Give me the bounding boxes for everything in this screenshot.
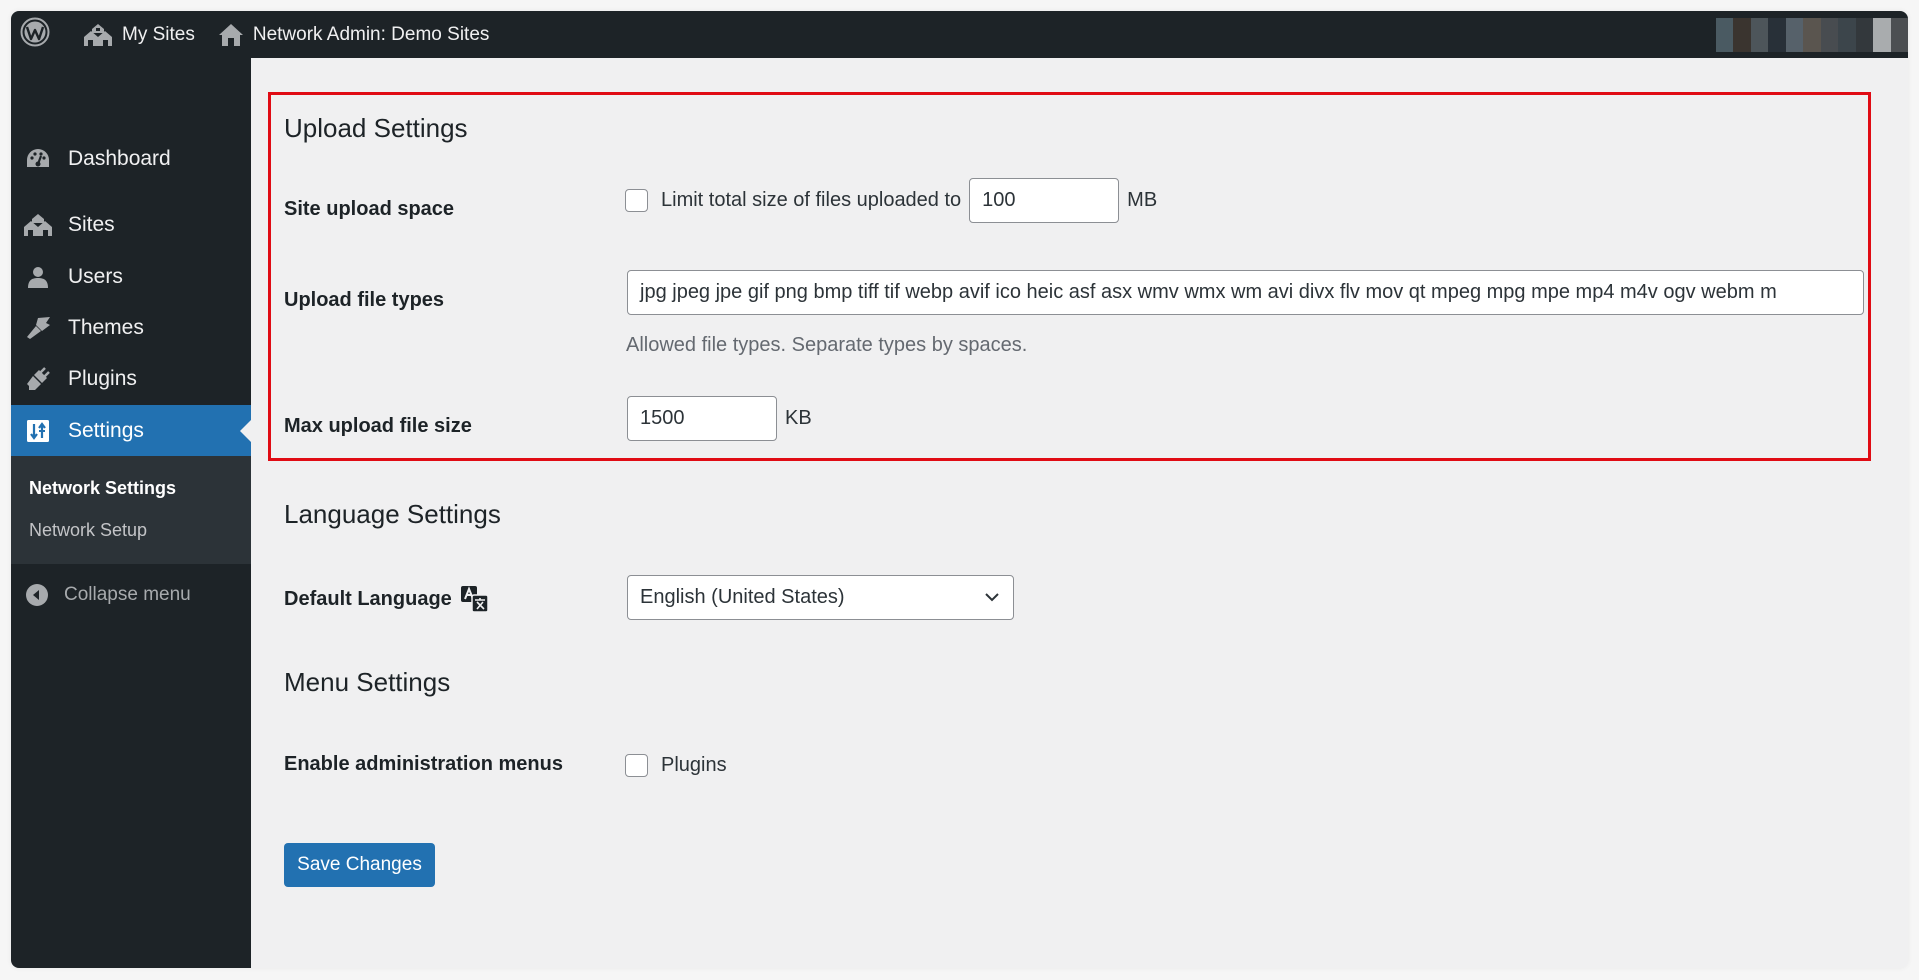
plugins-menu-checkbox-label: Plugins (661, 753, 727, 776)
sidebar-item-plugins[interactable]: Plugins (11, 354, 251, 404)
sidebar-item-label: Themes (68, 316, 144, 339)
default-language-select[interactable]: English (United States) (627, 575, 1014, 620)
sidebar-item-label: Settings (68, 418, 144, 442)
enable-admin-menus-field: Plugins (625, 752, 727, 778)
settings-sliders-icon (23, 416, 53, 446)
sidebar-item-label: Users (68, 265, 123, 288)
collapse-menu-label: Collapse menu (64, 584, 191, 605)
language-settings-heading: Language Settings (284, 499, 501, 529)
default-language-label: Default Language (284, 587, 452, 610)
max-upload-size-label: Max upload file size (284, 415, 472, 437)
my-sites-label: My Sites (122, 23, 195, 45)
admin-sidebar: Dashboard Sites Users Themes Plugins Set… (11, 58, 251, 968)
default-language-label-row: Default Language (284, 585, 490, 613)
chevron-down-icon (983, 588, 1001, 606)
save-changes-button[interactable]: Save Changes (284, 843, 435, 887)
site-upload-space-label: Site upload space (284, 198, 455, 220)
limit-upload-checkbox-label: Limit total size of files uploaded to (661, 189, 962, 211)
upload-file-types-field: jpg jpeg jpe gif png bmp tiff tif webp a… (627, 270, 1864, 315)
paintbrush-icon (23, 313, 53, 343)
upload-space-input[interactable]: 100 (969, 178, 1120, 223)
enable-admin-menus-label: Enable administration menus (284, 753, 563, 775)
limit-upload-checkbox[interactable] (625, 189, 648, 212)
browser-window: My Sites Network Admin: Demo Sites Dashb… (11, 11, 1908, 968)
menu-settings-heading: Menu Settings (284, 667, 451, 697)
upload-space-unit: MB (1127, 189, 1158, 211)
multisite-houses-icon (83, 23, 113, 47)
upload-file-types-label: Upload file types (284, 289, 445, 311)
sidebar-item-dashboard[interactable]: Dashboard (11, 134, 251, 184)
my-sites-menu[interactable]: My Sites (83, 11, 195, 58)
translation-icon (460, 585, 490, 613)
multisite-houses-icon (23, 210, 53, 240)
sidebar-item-label: Dashboard (68, 147, 171, 170)
collapse-menu-button[interactable]: Collapse menu (11, 572, 251, 618)
submenu-network-setup[interactable]: Network Setup (29, 520, 147, 541)
main-content: Upload Settings Site upload space Limit … (251, 58, 1908, 968)
dashboard-gauge-icon (23, 144, 53, 174)
plugin-plug-icon (23, 364, 53, 394)
sidebar-item-users[interactable]: Users (11, 252, 251, 302)
wordpress-logo-icon (20, 17, 50, 53)
user-icon (23, 262, 53, 292)
admin-bar: My Sites Network Admin: Demo Sites (11, 11, 1908, 58)
upload-file-types-input[interactable]: jpg jpeg jpe gif png bmp tiff tif webp a… (627, 270, 1864, 315)
settings-submenu: Network Settings Network Setup (11, 456, 251, 564)
submenu-network-settings[interactable]: Network Settings (29, 478, 176, 499)
user-avatar[interactable] (1716, 18, 1908, 52)
home-icon (218, 23, 244, 47)
max-upload-size-field: 1500 KB (627, 396, 812, 441)
network-admin-menu[interactable]: Network Admin: Demo Sites (218, 11, 490, 58)
max-upload-size-unit: KB (785, 407, 812, 429)
wordpress-menu[interactable] (11, 11, 69, 58)
upload-settings-heading: Upload Settings (284, 113, 468, 143)
sidebar-item-label: Sites (68, 213, 115, 236)
max-upload-size-input[interactable]: 1500 (627, 396, 777, 441)
network-admin-label: Network Admin: Demo Sites (252, 23, 490, 45)
sidebar-item-settings[interactable]: Settings (11, 405, 251, 456)
sidebar-item-sites[interactable]: Sites (11, 200, 251, 250)
default-language-value: English (United States) (640, 586, 845, 608)
plugins-menu-checkbox[interactable] (625, 753, 648, 777)
collapse-arrow-left-icon (25, 583, 49, 607)
site-upload-space-field: Limit total size of files uploaded to 10… (625, 178, 1157, 223)
sidebar-item-label: Plugins (68, 367, 137, 390)
sidebar-item-themes[interactable]: Themes (11, 303, 251, 353)
upload-file-types-description: Allowed file types. Separate types by sp… (626, 334, 1028, 356)
